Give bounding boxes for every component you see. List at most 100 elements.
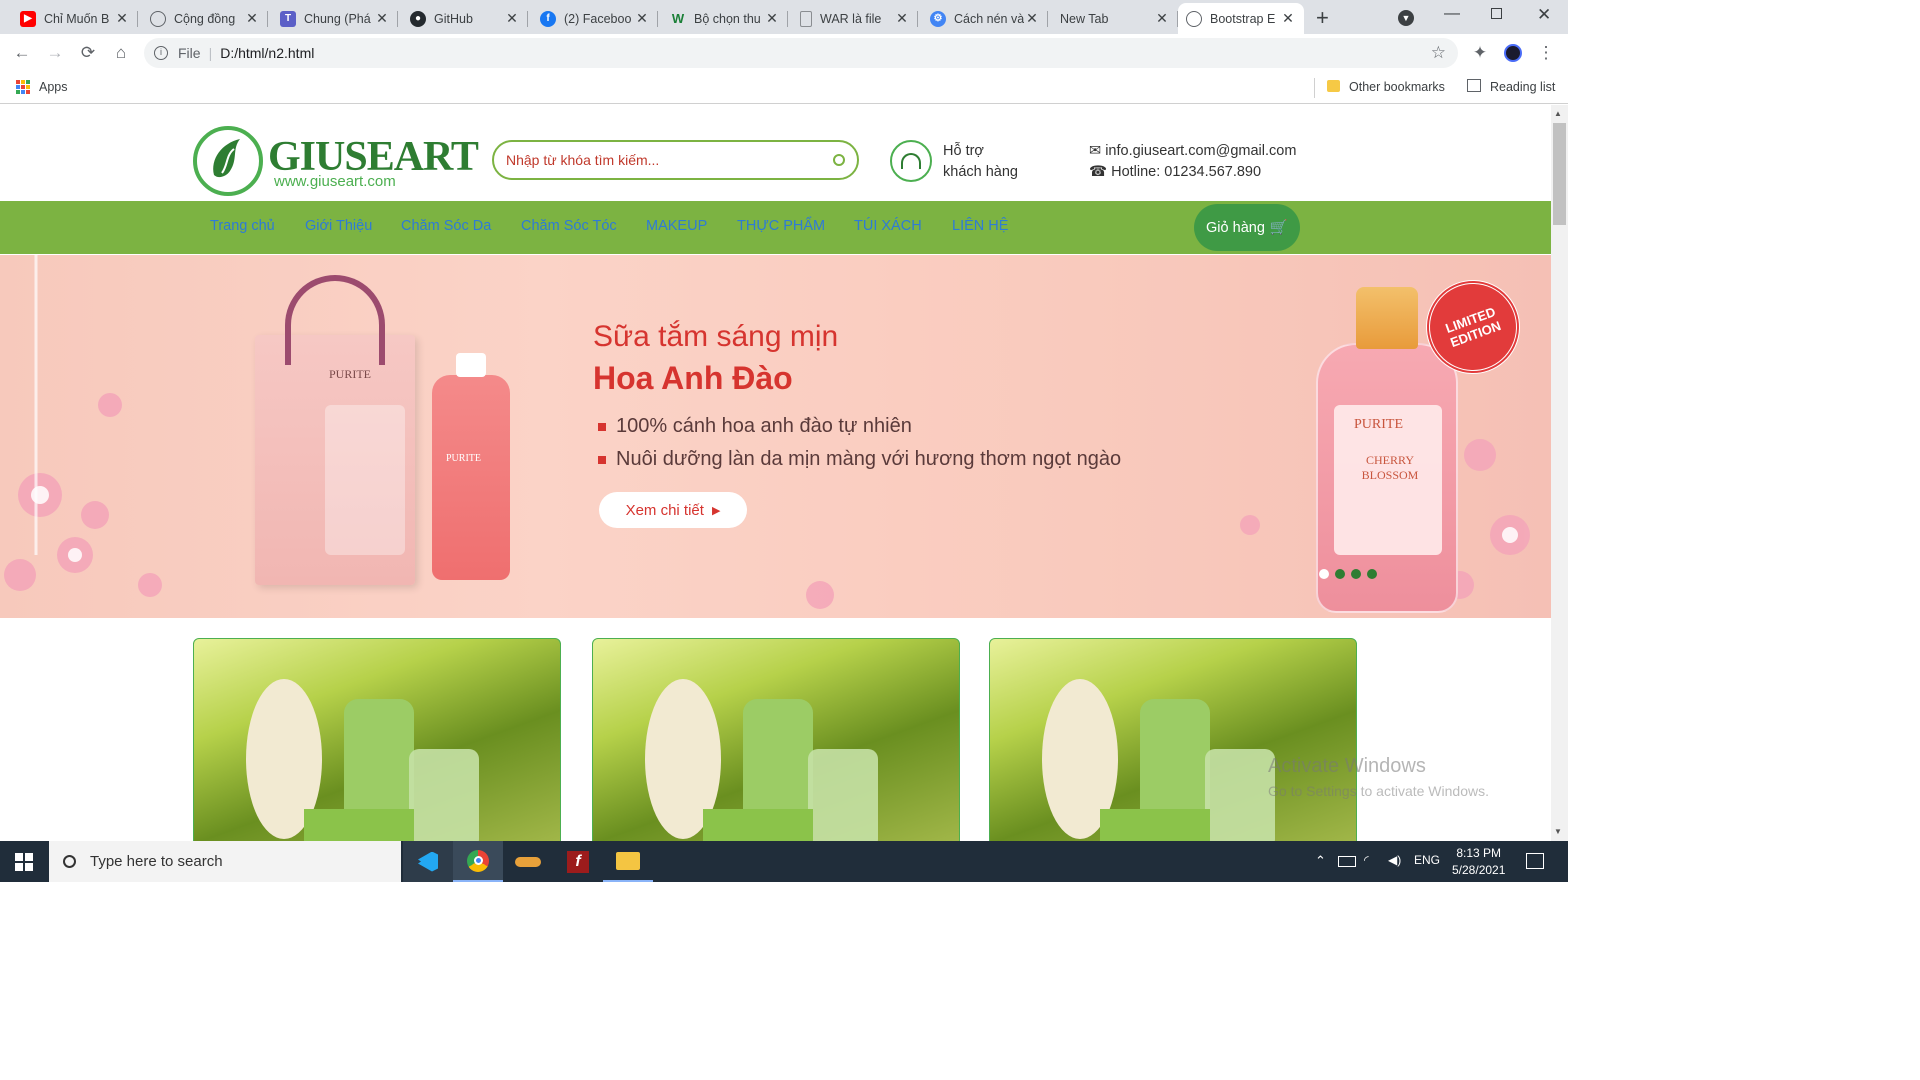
home-icon[interactable]: ⌂ [109,41,133,65]
close-icon[interactable]: ✕ [634,10,650,27]
nav-item-contact[interactable]: LIÊN HỆ [952,218,1008,234]
taskbar-search[interactable]: Type here to search [49,841,401,882]
reload-icon[interactable]: ⟳ [76,41,100,65]
close-icon[interactable]: ✕ [1024,10,1040,27]
nav-item-bags[interactable]: TÚI XÁCH [854,218,922,234]
browser-tab-active[interactable]: Bootstrap E ✕ [1178,3,1304,34]
clock-date: 5/28/2021 [1452,863,1506,877]
search-icon [63,855,76,868]
back-icon[interactable]: ← [10,41,34,65]
support-line: khách hàng [943,164,1018,180]
star-icon[interactable]: ☆ [1431,43,1446,63]
close-icon[interactable]: ✕ [1280,10,1296,27]
notification-icon[interactable] [1526,853,1544,869]
view-detail-button[interactable]: Xem chi tiết ▶ [599,492,747,528]
search-icon[interactable] [833,154,845,166]
scrollbar-thumb[interactable] [1553,123,1566,225]
bullet-text: 100% cánh hoa anh đào tự nhiên [616,415,912,437]
minimize-icon[interactable]: — [1444,5,1460,23]
wifi-icon[interactable]: ◜ [1364,853,1369,867]
apps-label[interactable]: Apps [39,80,68,94]
page-scrollbar[interactable]: ▲ ▼ [1551,105,1568,841]
restore-icon[interactable] [1491,8,1502,19]
nav-item-makeup[interactable]: MAKEUP [646,218,707,234]
clock-time: 8:13 PM [1456,846,1502,860]
product-image [246,679,479,841]
scroll-up-icon[interactable]: ▲ [1554,109,1562,118]
close-icon[interactable]: ✕ [244,10,260,27]
browser-tab[interactable]: ● GitHub ✕ [402,3,528,34]
browser-tab[interactable]: f (2) Faceboo ✕ [532,3,658,34]
extensions-icon[interactable]: ✦ [1468,41,1492,65]
bottle-brand: PURITE [446,453,481,464]
browser-tab[interactable]: ⚙ Cách nén và ✕ [922,3,1048,34]
nav-item-haircare[interactable]: Chăm Sóc Tóc [521,218,617,234]
windows-taskbar: Type here to search f ⌃ ◜ ◀) ENG 8:13 PM… [0,841,1568,882]
browser-tab[interactable]: New Tab ✕ [1052,3,1178,34]
cart-icon: 🛒 [1269,220,1288,236]
browser-tab[interactable]: WAR là file ✕ [792,3,918,34]
nav-item-skincare[interactable]: Chăm Sóc Da [401,218,491,234]
tool-icon: ⚙ [930,10,946,27]
taskbar-search-input[interactable]: Type here to search [90,853,223,870]
search-box[interactable]: Nhập từ khóa tìm kiếm... [492,140,859,180]
close-icon[interactable]: ✕ [894,10,910,27]
reading-list[interactable]: Reading list [1490,80,1555,94]
battery-icon[interactable] [1338,856,1356,867]
close-window-icon[interactable]: ✕ [1537,5,1551,25]
language-indicator[interactable]: ENG [1414,853,1440,867]
bullet-icon [598,422,606,431]
windows-start-icon[interactable] [15,853,33,871]
new-tab-icon[interactable]: + [1316,5,1329,31]
product-card[interactable] [193,638,561,841]
nav-item-about[interactable]: Giới Thiệu [305,218,372,234]
close-icon[interactable]: ✕ [764,10,780,27]
carousel-dot[interactable] [1351,569,1361,579]
close-icon[interactable]: ✕ [1154,10,1170,27]
volume-icon[interactable]: ◀) [1388,853,1401,867]
nav-item-food[interactable]: THỰC PHẨM [737,218,825,234]
banner-headline: Sữa tắm sáng mịn [593,320,839,353]
avatar[interactable] [1501,41,1525,65]
product-card[interactable] [989,638,1357,841]
search-input[interactable]: Nhập từ khóa tìm kiếm... [506,152,833,168]
browser-tab[interactable]: T Chung (Phá ✕ [272,3,398,34]
logo-url: www.giuseart.com [274,173,396,190]
product-card[interactable] [592,638,960,841]
forward-icon[interactable]: → [43,41,67,65]
chrome-icon[interactable] [453,841,503,882]
divider [1314,78,1315,98]
browser-tab[interactable]: ▶ Chỉ Muốn B ✕ [12,3,138,34]
close-icon[interactable]: ✕ [374,10,390,27]
carousel-dot[interactable] [1367,569,1377,579]
other-bookmarks[interactable]: Other bookmarks [1349,80,1445,94]
carousel-dot-active[interactable] [1319,569,1329,579]
vscode-icon[interactable] [403,841,453,882]
site-logo[interactable]: GIUSEART www.giuseart.com [192,125,479,197]
close-icon[interactable]: ✕ [114,10,130,27]
carousel-dot[interactable] [1335,569,1345,579]
clock[interactable]: 8:13 PM 5/28/2021 [1452,845,1505,879]
youtube-icon: ▶ [20,10,36,27]
apps-icon[interactable] [16,80,30,94]
menu-icon[interactable]: ⋮ [1534,41,1558,65]
main-nav: Trang chủ Giới Thiệu Chăm Sóc Da Chăm Só… [0,201,1551,254]
nav-item-home[interactable]: Trang chủ [210,218,275,234]
app-icon[interactable] [503,841,553,882]
address-bar[interactable]: i File | D:/html/n2.html ☆ [144,38,1458,68]
reading-list-icon [1467,79,1481,92]
tab-search-icon[interactable]: ▼ [1398,10,1414,26]
close-icon[interactable]: ✕ [504,10,520,27]
url-text[interactable]: D:/html/n2.html [220,45,314,61]
scroll-down-icon[interactable]: ▼ [1554,827,1562,836]
cart-button[interactable]: Giỏ hàng 🛒 [1194,204,1300,251]
carousel-indicators [1319,569,1377,579]
teams-icon: T [280,10,296,27]
file-explorer-icon[interactable] [603,841,653,882]
browser-tab[interactable]: Cộng đồng ✕ [142,3,268,34]
info-icon[interactable]: i [154,46,168,60]
flash-icon[interactable]: f [553,841,603,882]
browser-tab[interactable]: W Bộ chọn thu ✕ [662,3,788,34]
chevron-up-icon[interactable]: ⌃ [1315,853,1326,869]
banner-product: Hoa Anh Đào [593,360,793,396]
